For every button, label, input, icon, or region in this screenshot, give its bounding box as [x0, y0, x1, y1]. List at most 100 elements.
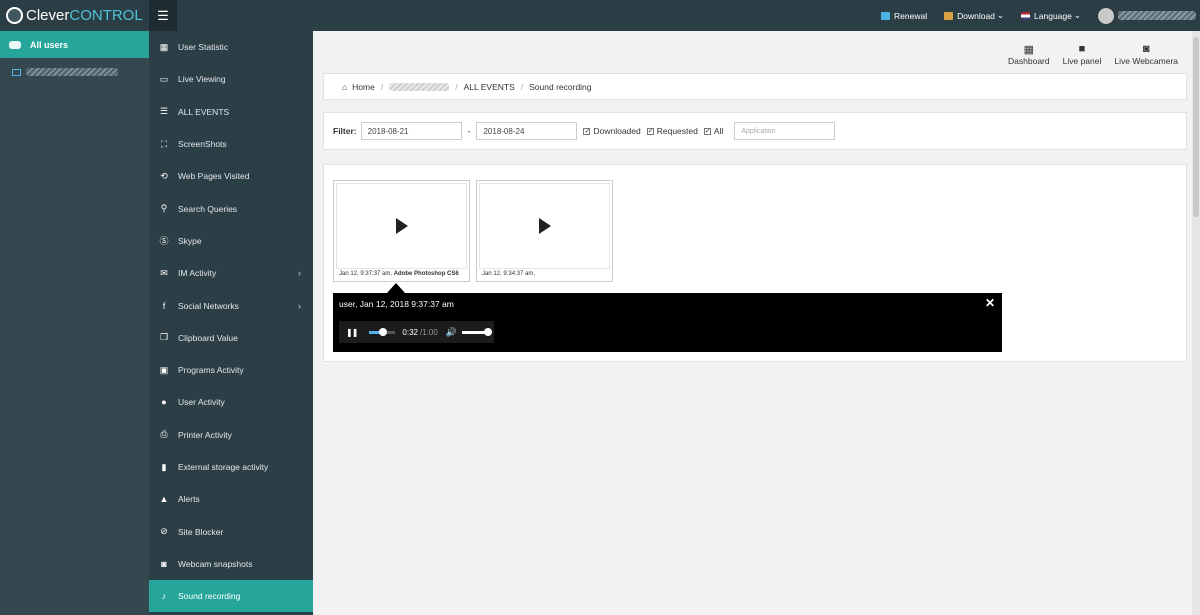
nav-item-label: Alerts [178, 494, 200, 505]
chevron-down-icon: ⌄ [996, 10, 1005, 20]
camera-icon: ◙ [1142, 43, 1150, 55]
breadcrumb-separator: / [520, 81, 524, 92]
nav-item-user-activity[interactable]: ● User Activity [149, 386, 313, 418]
quick-links: ▦ Dashboard ■ Live panel ◙ Live Webcamera [1008, 43, 1178, 66]
nav-item-label: ALL EVENTS [178, 106, 230, 117]
brand-name-a: Clever [26, 7, 70, 24]
top-bar: Clever CONTROL ☰ Renewal Download ⌄ Langu… [0, 0, 1200, 31]
navigation-sidebar: ▦ User Statistic ▭ Live Viewing ☰ ALL EVENTS ⛶… [149, 31, 313, 615]
nav-item-label: Social Networks [178, 300, 239, 311]
recording-preview[interactable] [479, 183, 610, 269]
nav-item-skype[interactable]: Ⓢ Skype [149, 225, 313, 257]
quicklink-dashboard[interactable]: ▦ Dashboard [1008, 43, 1050, 66]
play-icon[interactable] [395, 218, 408, 234]
nav-item-site-blocker[interactable]: ⊘ Site Blocker [149, 515, 313, 547]
nav-item-social-networks[interactable]: f Social Networks › [149, 289, 313, 321]
nav-item-screenshots[interactable]: ⛶ ScreenShots [149, 128, 313, 160]
close-icon[interactable]: ✕ [985, 296, 995, 310]
nav-item-label: Sound recording [178, 591, 241, 602]
volume-icon[interactable]: 🔊 [446, 327, 457, 338]
quicklink-label: Live panel [1062, 56, 1102, 66]
all-checkbox[interactable]: ✓ All [703, 126, 723, 136]
date-to-input[interactable]: 2018-08-24 [476, 122, 578, 140]
vertical-scrollbar[interactable] [1192, 31, 1200, 615]
current-time: 0:32 [402, 327, 418, 337]
requested-checkbox[interactable]: ✓ Requested [646, 126, 698, 136]
duration: 1:00 [422, 327, 438, 337]
microphone-icon: ♪ [161, 591, 167, 602]
hamburger-menu-button[interactable]: ☰ [149, 0, 177, 31]
users-sidebar: All users [0, 31, 149, 615]
recording-caption: Jan 12, 9:34:37 am, [482, 271, 535, 277]
recording-time: Jan 12, 9:37:37 am, [339, 271, 393, 277]
nav-item-clipboard-value[interactable]: ❐ Clipboard Value [149, 322, 313, 354]
scrollbar-thumb[interactable] [1193, 37, 1199, 217]
nav-item-label: Web Pages Visited [178, 171, 250, 182]
nav-item-label: IM Activity [178, 268, 217, 279]
user-menu[interactable] [1098, 7, 1200, 24]
nav-item-printer-activity[interactable]: ⎙ Printer Activity [149, 419, 313, 451]
volume-slider[interactable] [462, 328, 493, 336]
nav-item-label: Webcam snapshots [178, 558, 253, 569]
nav-item-label: Live Viewing [178, 74, 226, 85]
video-icon: ■ [1078, 43, 1086, 55]
search-icon: ⚲ [160, 203, 168, 214]
chevron-right-icon: › [298, 300, 301, 311]
date-from-input[interactable]: 2018-08-21 [360, 122, 462, 140]
flag-icon [1021, 11, 1031, 20]
recording-app: Adobe Photoshop CS6 [393, 271, 459, 277]
nav-item-external-storage-activity[interactable]: ▮ External storage activity [149, 451, 313, 483]
brand-name-b: CONTROL [69, 7, 143, 24]
nav-item-programs-activity[interactable]: ▣ Programs Activity [149, 354, 313, 386]
quicklink-label: Dashboard [1008, 56, 1050, 66]
recordings-panel: Jan 12, 9:37:37 am, Adobe Photoshop CS6 … [323, 164, 1187, 362]
download-label: Download [957, 10, 995, 21]
save-icon: ▣ [159, 364, 169, 375]
language-dropdown[interactable]: Language ⌄ [1021, 10, 1081, 21]
breadcrumb-user-redacted[interactable] [389, 82, 450, 91]
computer-item[interactable] [0, 58, 149, 76]
monitor-icon: ▭ [159, 73, 169, 84]
nav-item-alerts[interactable]: ▲ Alerts [149, 483, 313, 515]
breadcrumb-home[interactable]: Home [352, 82, 375, 92]
download-dropdown[interactable]: Download ⌄ [944, 10, 1004, 21]
breadcrumb-separator: / [455, 81, 458, 92]
application-filter-input[interactable]: Application [734, 122, 836, 140]
recording-preview[interactable] [336, 183, 467, 269]
quicklink-live-panel[interactable]: ■ Live panel [1063, 43, 1102, 66]
users-icon [9, 40, 21, 49]
nav-item-search-queries[interactable]: ⚲ Search Queries [149, 192, 313, 224]
checkbox-checked-icon: ✓ [583, 127, 591, 135]
nav-item-live-viewing[interactable]: ▭ Live Viewing [149, 63, 313, 95]
nav-item-label: User Activity [178, 397, 225, 408]
play-icon[interactable] [538, 218, 551, 234]
quicklink-live-webcamera[interactable]: ◙ Live Webcamera [1114, 43, 1178, 66]
computer-name-redacted [26, 68, 118, 76]
nav-item-im-activity[interactable]: ✉ IM Activity › [149, 257, 313, 289]
volume-handle[interactable] [484, 328, 493, 336]
menu-icon: ☰ [157, 7, 169, 23]
all-users-item[interactable]: All users [0, 31, 149, 58]
nav-item-user-statistic[interactable]: ▦ User Statistic [149, 31, 313, 63]
progress-slider[interactable] [369, 328, 396, 336]
nav-item-all-events[interactable]: ☰ ALL EVENTS [149, 96, 313, 128]
recording-tile[interactable]: Jan 12, 9:34:37 am, [476, 180, 613, 282]
monitor-icon [12, 68, 21, 76]
brand-logo-area[interactable]: Clever CONTROL [0, 0, 149, 31]
main-content: ▦ Dashboard ■ Live panel ◙ Live Webcamera ⌂ H… [313, 31, 1200, 615]
nav-item-webcam-snapshots[interactable]: ◙ Webcam snapshots [149, 548, 313, 580]
downloaded-checkbox[interactable]: ✓ Downloaded [583, 126, 641, 136]
date-range-dash: - [467, 126, 471, 136]
requested-label: Requested [656, 126, 698, 136]
recording-tile[interactable]: Jan 12, 9:37:37 am, Adobe Photoshop CS6 [333, 180, 470, 282]
player-title: user, Jan 12, 2018 9:37:37 am [339, 299, 454, 309]
breadcrumb-all-events[interactable]: ALL EVENTS [464, 82, 515, 92]
skype-icon: Ⓢ [159, 236, 169, 247]
nav-item-web-pages-visited[interactable]: ⟲ Web Pages Visited [149, 160, 313, 192]
renewal-link[interactable]: Renewal [881, 11, 927, 21]
progress-handle[interactable] [379, 328, 388, 336]
breadcrumb-separator: / [380, 81, 384, 92]
facebook-icon: f [162, 300, 166, 311]
pause-icon[interactable]: ❚❚ [346, 328, 358, 337]
nav-item-sound-recording[interactable]: ♪ Sound recording [149, 580, 313, 613]
